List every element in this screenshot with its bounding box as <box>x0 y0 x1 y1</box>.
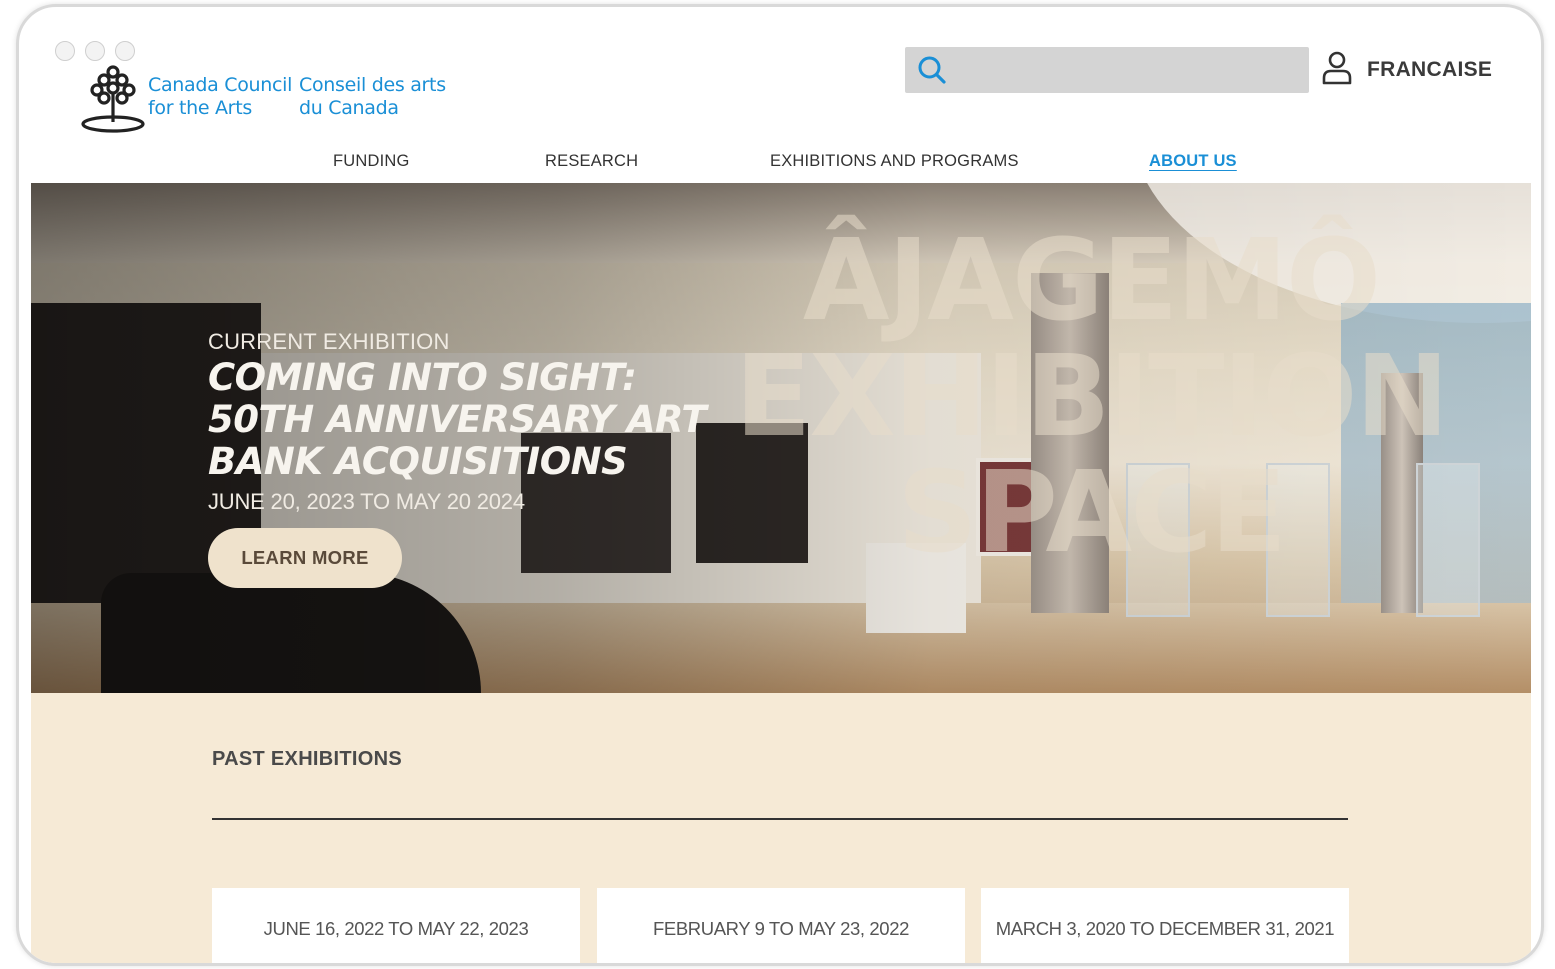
nav-item-exhibitions-and-programs[interactable]: EXHIBITIONS AND PROGRAMS <box>770 152 1019 171</box>
nav-item-about-us[interactable]: ABOUT US <box>1149 152 1237 171</box>
watermark-line-2: EXHIBITION <box>734 332 1449 462</box>
watermark-line-3: SPACE <box>897 448 1287 578</box>
watermark-line-1: ÂJAGEMÔ <box>802 216 1381 346</box>
hero-banner: ÂJAGEMÔ EXHIBITION SPACE CURRENT EXHIBIT… <box>31 183 1531 693</box>
brand-name-fr[interactable]: Conseil des arts du Canada <box>299 74 459 120</box>
past-exhibitions-heading: PAST EXHIBITIONS <box>212 748 403 770</box>
card-dates: FEBRUARY 9 TO MAY 23, 2022 <box>653 918 909 939</box>
card-dates: MARCH 3, 2020 TO DECEMBER 31, 2021 <box>995 918 1335 939</box>
search-input[interactable] <box>955 47 1299 95</box>
language-toggle-link[interactable]: FRANCAISE <box>1367 58 1492 82</box>
user-account-icon[interactable] <box>1321 51 1353 85</box>
search-icon[interactable] <box>917 55 947 85</box>
past-exhibition-card[interactable]: JUNE 16, 2022 TO MAY 22, 2023 <box>212 888 580 963</box>
hero-exhibition-dates: JUNE 20, 2023 TO MAY 20 2024 <box>208 489 525 514</box>
search-bar[interactable] <box>905 47 1309 95</box>
brand-fr-line1: Conseil des arts <box>299 74 446 96</box>
section-divider <box>212 818 1348 820</box>
tree-logo-icon[interactable] <box>73 62 153 134</box>
past-exhibition-card[interactable]: MARCH 3, 2020 TO DECEMBER 31, 2021 <box>981 888 1349 963</box>
window-controls <box>55 41 135 61</box>
hero-exhibition-title: COMING INTO SIGHT: 50TH ANNIVERSARY ART … <box>208 356 707 483</box>
nav-item-funding[interactable]: FUNDING <box>333 152 410 171</box>
browser-frame: Canada Council for the Arts Conseil des … <box>16 4 1544 966</box>
card-dates: JUNE 16, 2022 TO MAY 22, 2023 <box>263 918 529 939</box>
past-exhibition-card[interactable]: FEBRUARY 9 TO MAY 23, 2022 <box>597 888 965 963</box>
learn-more-button[interactable]: LEARN MORE <box>208 528 402 588</box>
past-exhibitions-section: PAST EXHIBITIONS JUNE 16, 2022 TO MAY 22… <box>31 693 1531 963</box>
brand-en-line2: for the Arts <box>148 97 252 119</box>
brand-name-en[interactable]: Canada Council for the Arts <box>148 74 298 120</box>
nav-item-research[interactable]: RESEARCH <box>545 152 638 171</box>
brand-fr-line2: du Canada <box>299 97 399 119</box>
window-close-dot[interactable] <box>55 41 75 61</box>
hero-watermark-text: ÂJAGEMÔ EXHIBITION SPACE <box>681 223 1501 571</box>
hero-eyebrow: CURRENT EXHIBITION <box>208 329 450 354</box>
brand-en-line1: Canada Council <box>148 74 293 96</box>
window-minimize-dot[interactable] <box>85 41 105 61</box>
window-maximize-dot[interactable] <box>115 41 135 61</box>
